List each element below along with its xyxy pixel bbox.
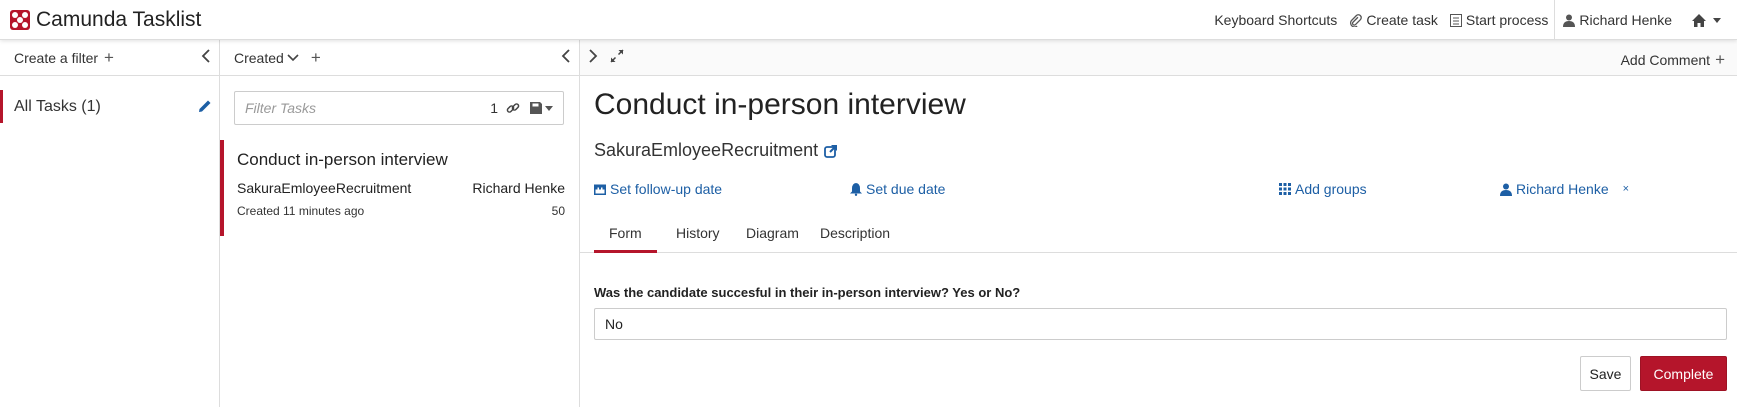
tab-description[interactable]: Description [805,216,905,253]
expand-right-icon[interactable] [588,49,598,63]
list-icon [1449,13,1462,27]
save-button[interactable]: Save [1580,356,1631,391]
keyboard-shortcuts-link[interactable]: Keyboard Shortcuts [1208,0,1343,40]
external-link-icon [824,144,838,158]
assignee-name: Richard Henke [1516,181,1609,197]
keyboard-shortcuts-label: Keyboard Shortcuts [1214,12,1338,28]
calendar-icon [594,184,606,195]
task-actions: Set follow-up date Set due date Add grou… [594,181,1719,201]
caret-down-icon [545,105,553,111]
brand[interactable]: Camunda Tasklist [10,8,201,32]
filters-header: Create a filter + [0,40,219,76]
task-process: SakuraEmloyeeRecruitment [237,180,412,196]
chevron-down-icon[interactable] [287,53,299,62]
filter-item-label: All Tasks (1) [14,97,101,115]
paperclip-icon [1350,13,1363,27]
user-icon [1563,14,1576,27]
tab-diagram[interactable]: Diagram [731,216,814,253]
task-name: Conduct in-person interview [237,150,448,169]
add-comment-label: Add Comment [1620,52,1711,68]
task-detail-header: Add Comment + [580,40,1737,76]
tab-history[interactable]: History [661,216,735,253]
set-follow-up-date-label: Set follow-up date [610,181,723,197]
task-created: Created 11 minutes ago [237,204,365,218]
grid-icon [1279,183,1291,195]
task-assignee: Richard Henke [472,180,565,196]
process-name-link[interactable]: SakuraEmloyeeRecruitment [594,140,838,161]
floppy-disk-icon [530,102,542,114]
task-list-panel: Created + Filter Tasks 1 Conduct in-pers… [220,40,580,407]
form-question-label: Was the candidate succesful in their in-… [594,285,1021,300]
start-process-link[interactable]: Start process [1444,0,1554,40]
fullscreen-icon[interactable] [610,49,624,63]
caret-down-icon [1713,17,1721,23]
create-task-label: Create task [1366,12,1438,28]
task-priority: 50 [551,204,565,218]
task-tabs: Form History Diagram Description [580,216,1737,253]
plus-icon: + [1715,50,1725,69]
tab-form[interactable]: Form [594,216,657,253]
add-comment-button[interactable]: Add Comment + [1621,50,1725,70]
save-filter-menu[interactable] [530,102,553,114]
collapse-left-icon[interactable] [201,49,211,63]
add-groups-label: Add groups [1295,181,1367,197]
bell-icon [850,182,862,196]
sort-button[interactable]: Created [234,50,284,66]
set-due-date-label: Set due date [866,181,946,197]
collapse-left-icon[interactable] [561,49,571,63]
user-name: Richard Henke [1579,12,1672,28]
app-title: Camunda Tasklist [36,8,202,31]
task-list-item[interactable]: Conduct in-person interview SakuraEmloye… [220,140,579,236]
camunda-logo-icon [10,10,30,30]
create-task-link[interactable]: Create task [1343,0,1444,40]
form-answer-field[interactable]: No [594,308,1727,340]
top-navbar: Camunda Tasklist Keyboard Shortcuts Crea… [0,0,1737,40]
task-detail-panel: Add Comment + Conduct in-person intervie… [580,40,1737,407]
assignee-button[interactable]: Richard Henke × [1500,181,1629,197]
filter-count: 1 [490,100,498,116]
filters-panel: Create a filter + All Tasks (1) [0,40,220,407]
task-list-header: Created + [220,40,579,76]
task-title: Conduct in-person interview [594,88,966,121]
user-menu[interactable]: Richard Henke [1554,0,1678,40]
complete-button[interactable]: Complete [1640,356,1727,391]
top-nav: Keyboard Shortcuts Create task Start pro… [1208,0,1737,40]
process-name: SakuraEmloyeeRecruitment [594,140,819,160]
filter-tasks-placeholder: Filter Tasks [245,100,317,116]
plus-icon[interactable]: + [104,48,114,68]
set-due-date-button[interactable]: Set due date [850,181,945,197]
add-sorting-icon[interactable]: + [311,48,321,68]
create-filter-button[interactable]: Create a filter [14,50,98,66]
form-answer-value: No [605,316,623,332]
set-follow-up-date-button[interactable]: Set follow-up date [594,181,722,197]
link-icon[interactable] [506,101,520,115]
remove-assignee-icon[interactable]: × [1623,183,1629,195]
user-icon [1500,183,1512,196]
home-icon [1692,13,1706,27]
pencil-icon[interactable] [198,99,212,113]
add-groups-button[interactable]: Add groups [1279,181,1367,197]
filter-item-all-tasks[interactable]: All Tasks (1) [0,90,220,123]
home-menu[interactable] [1678,0,1737,40]
start-process-label: Start process [1465,12,1549,28]
filter-tasks-input[interactable]: Filter Tasks 1 [234,91,564,125]
